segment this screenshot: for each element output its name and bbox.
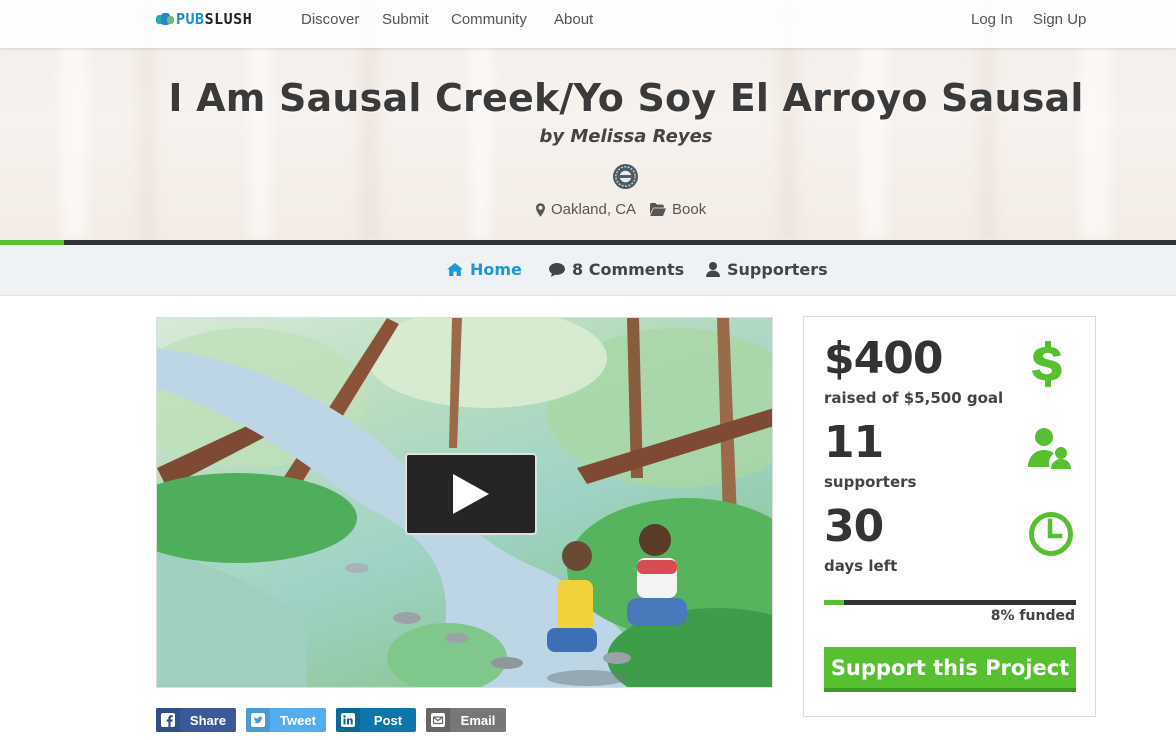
login-link[interactable]: Log In bbox=[971, 11, 1013, 28]
pubslush-logo[interactable]: PUBSLUSH bbox=[156, 10, 252, 28]
linkedin-icon bbox=[336, 708, 360, 732]
tab-home-label: Home bbox=[470, 260, 522, 279]
support-project-button[interactable]: Support this Project bbox=[824, 647, 1076, 692]
facebook-icon bbox=[156, 708, 180, 732]
share-email-label: Email bbox=[460, 712, 496, 728]
twitter-icon bbox=[246, 708, 270, 732]
project-hero: PUBSLUSH Discover Submit Community About… bbox=[0, 0, 1176, 240]
share-twitter-button[interactable]: Tweet bbox=[246, 708, 326, 732]
logo-text: PUBSLUSH bbox=[176, 10, 253, 28]
days-left-label: days left bbox=[824, 557, 898, 575]
dollar-icon bbox=[1032, 341, 1062, 387]
staff-pick-badge-icon bbox=[612, 163, 639, 190]
page-title: I Am Sausal Creek/Yo Soy El Arroyo Sausa… bbox=[168, 76, 1084, 120]
project-meta: Oakland, CA Book bbox=[536, 201, 706, 218]
top-nav: PUBSLUSH Discover Submit Community About… bbox=[0, 0, 1176, 48]
tab-supporters[interactable]: Supporters bbox=[706, 260, 828, 279]
tab-comments-label: 8 Comments bbox=[572, 260, 685, 279]
supporter-count-label: supporters bbox=[824, 473, 917, 491]
play-button[interactable] bbox=[405, 453, 537, 535]
tab-supporters-label: Supporters bbox=[727, 260, 828, 279]
envelope-icon bbox=[426, 708, 450, 732]
project-location[interactable]: Oakland, CA bbox=[551, 201, 636, 218]
project-video[interactable] bbox=[156, 317, 773, 688]
amount-raised: $400 bbox=[824, 333, 943, 384]
share-facebook-button[interactable]: Share bbox=[156, 708, 236, 732]
share-linkedin-label: Post bbox=[373, 712, 403, 728]
share-email-button[interactable]: Email bbox=[426, 708, 506, 732]
share-linkedin-button[interactable]: Post bbox=[336, 708, 416, 732]
comment-icon bbox=[549, 262, 565, 277]
tab-comments[interactable]: 8 Comments bbox=[549, 260, 684, 279]
signup-link[interactable]: Sign Up bbox=[1033, 11, 1086, 28]
share-facebook-label: Share bbox=[189, 712, 227, 728]
author-byline[interactable]: by Melissa Reyes bbox=[0, 126, 1176, 147]
project-tabs: Home 8 Comments Supporters bbox=[0, 245, 1176, 296]
percent-funded: 8% funded bbox=[990, 608, 1075, 624]
play-icon bbox=[453, 474, 489, 514]
days-left: 30 bbox=[824, 501, 884, 552]
project-category[interactable]: Book bbox=[672, 201, 706, 218]
supporters-icon bbox=[1028, 428, 1071, 469]
clock-icon bbox=[1029, 512, 1073, 556]
supporter-count: 11 bbox=[824, 417, 884, 468]
share-twitter-label: Tweet bbox=[280, 712, 316, 728]
funding-progress-bar bbox=[824, 600, 1076, 605]
nav-discover[interactable]: Discover bbox=[301, 11, 359, 28]
nav-community[interactable]: Community bbox=[451, 11, 527, 28]
home-icon bbox=[447, 263, 463, 276]
amount-raised-label: raised of $5,500 goal bbox=[824, 389, 1004, 407]
funding-progress-fill bbox=[824, 600, 845, 605]
folder-open-icon bbox=[650, 203, 667, 216]
tab-home[interactable]: Home bbox=[447, 260, 522, 279]
nav-about[interactable]: About bbox=[554, 11, 593, 28]
funding-stats-card: $400 raised of $5,500 goal 11 supporters… bbox=[803, 316, 1096, 717]
logo-mark-icon bbox=[156, 12, 174, 26]
nav-submit[interactable]: Submit bbox=[382, 11, 429, 28]
user-icon bbox=[706, 262, 720, 277]
map-marker-icon bbox=[536, 202, 545, 217]
